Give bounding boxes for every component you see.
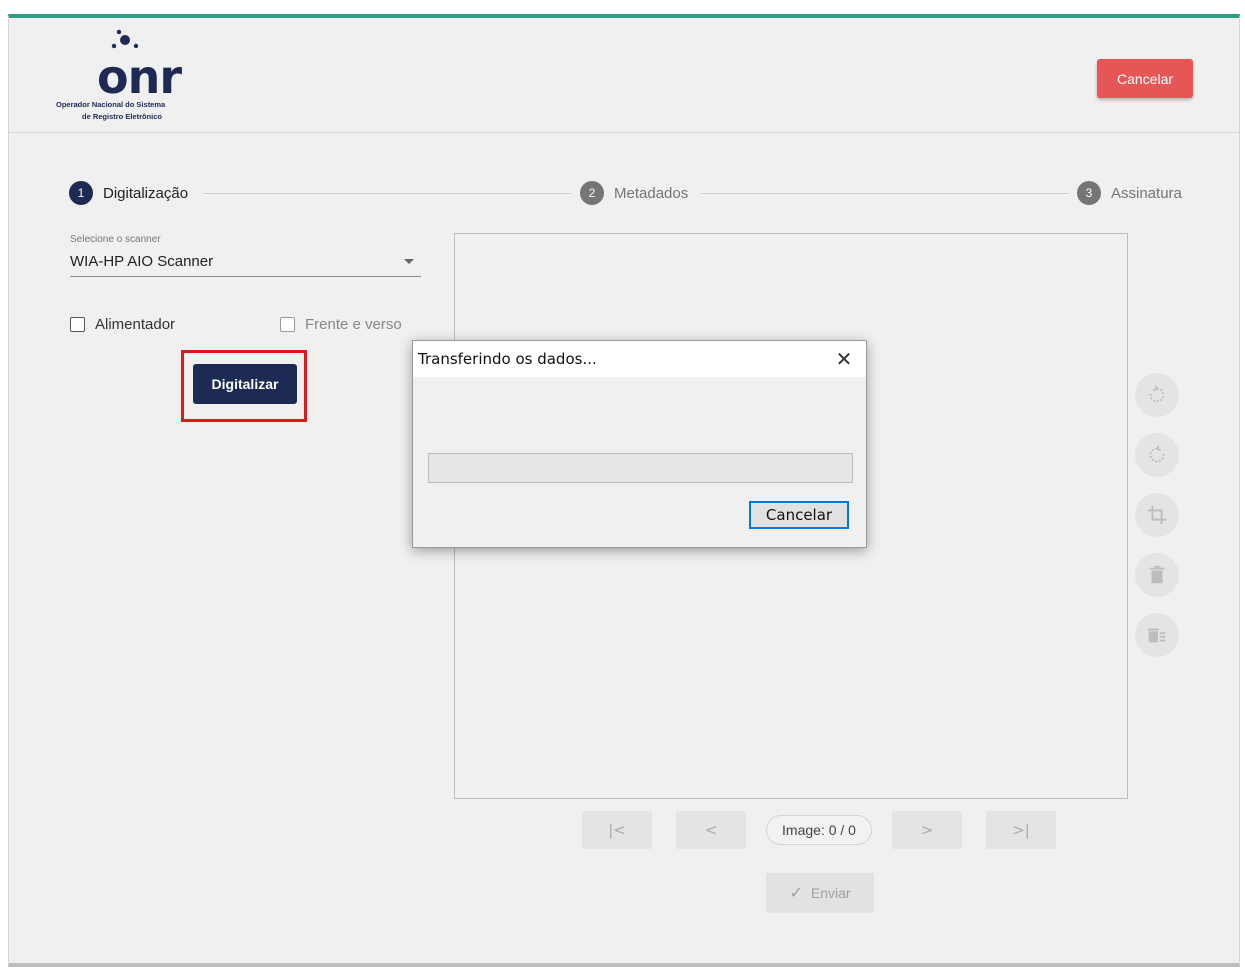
step-metadados[interactable]: 2 Metadados — [580, 181, 688, 205]
progress-bar — [428, 453, 853, 483]
submit-label: Enviar — [810, 885, 851, 901]
dialog-titlebar[interactable]: Transferindo os dados... ✕ — [413, 341, 866, 377]
delete-all-button[interactable] — [1135, 613, 1179, 657]
crop-icon — [1147, 505, 1167, 525]
page-indicator: Image: 0 / 0 — [766, 815, 872, 845]
rotate-left-button[interactable] — [1135, 373, 1179, 417]
feeder-checkbox[interactable]: Alimentador — [70, 316, 175, 333]
submit-button[interactable]: ✓ Enviar — [766, 873, 874, 913]
duplex-checkbox[interactable]: Frente e verso — [280, 316, 402, 333]
app-window: onr Operador Nacional do Sistema de Regi… — [8, 14, 1240, 967]
logo-wordmark: onr — [97, 50, 182, 104]
logo-tagline-line-2: de Registro Eletrônico — [82, 112, 163, 121]
delete-icon — [1149, 565, 1165, 584]
step-number: 3 — [1077, 181, 1101, 205]
scanner-select[interactable]: WIA-HP AIO Scanner — [70, 253, 213, 270]
checkbox-box[interactable] — [70, 317, 85, 332]
step-label: Metadados — [614, 184, 689, 202]
last-page-button[interactable]: >| — [986, 811, 1056, 849]
logo-dots-icon — [111, 29, 139, 49]
step-label: Digitalização — [103, 184, 189, 202]
checkbox-box[interactable] — [280, 317, 295, 332]
prev-page-button[interactable]: < — [676, 811, 746, 849]
first-page-button[interactable]: |< — [582, 811, 652, 849]
step-digitalizacao[interactable]: 1 Digitalização — [69, 181, 188, 205]
step-label: Assinatura — [1111, 184, 1182, 202]
cancel-button[interactable]: Cancelar — [1097, 59, 1193, 98]
step-number: 2 — [580, 181, 604, 205]
delete-button[interactable] — [1135, 553, 1179, 597]
crop-button[interactable] — [1135, 493, 1179, 537]
chevron-down-icon[interactable] — [404, 259, 414, 264]
onr-logo: onr Operador Nacional do Sistema de Regi… — [56, 28, 216, 128]
step-number: 1 — [69, 181, 93, 205]
check-icon: ✓ — [789, 885, 803, 902]
step-assinatura[interactable]: 3 Assinatura — [1077, 181, 1182, 205]
rotate-right-icon — [1149, 445, 1165, 463]
app-header: onr Operador Nacional do Sistema de Regi… — [9, 18, 1239, 133]
rotate-right-button[interactable] — [1135, 433, 1179, 477]
next-page-button[interactable]: > — [892, 811, 962, 849]
step-connector — [701, 193, 1069, 194]
delete-all-icon — [1147, 628, 1166, 643]
duplex-label: Frente e verso — [305, 316, 402, 333]
transfer-dialog: Transferindo os dados... ✕ Cancelar — [412, 340, 867, 548]
rotate-left-icon — [1149, 385, 1165, 403]
dialog-cancel-button[interactable]: Cancelar — [749, 501, 849, 529]
scan-button[interactable]: Digitalizar — [193, 364, 297, 404]
close-icon[interactable]: ✕ — [832, 347, 856, 371]
select-underline — [70, 276, 421, 277]
dialog-title: Transferindo os dados... — [418, 350, 597, 368]
scanner-select-label: Selecione o scanner — [70, 234, 161, 245]
step-connector — [203, 193, 571, 194]
feeder-label: Alimentador — [95, 316, 176, 333]
logo-tagline-line-1: Operador Nacional do Sistema — [56, 100, 166, 109]
